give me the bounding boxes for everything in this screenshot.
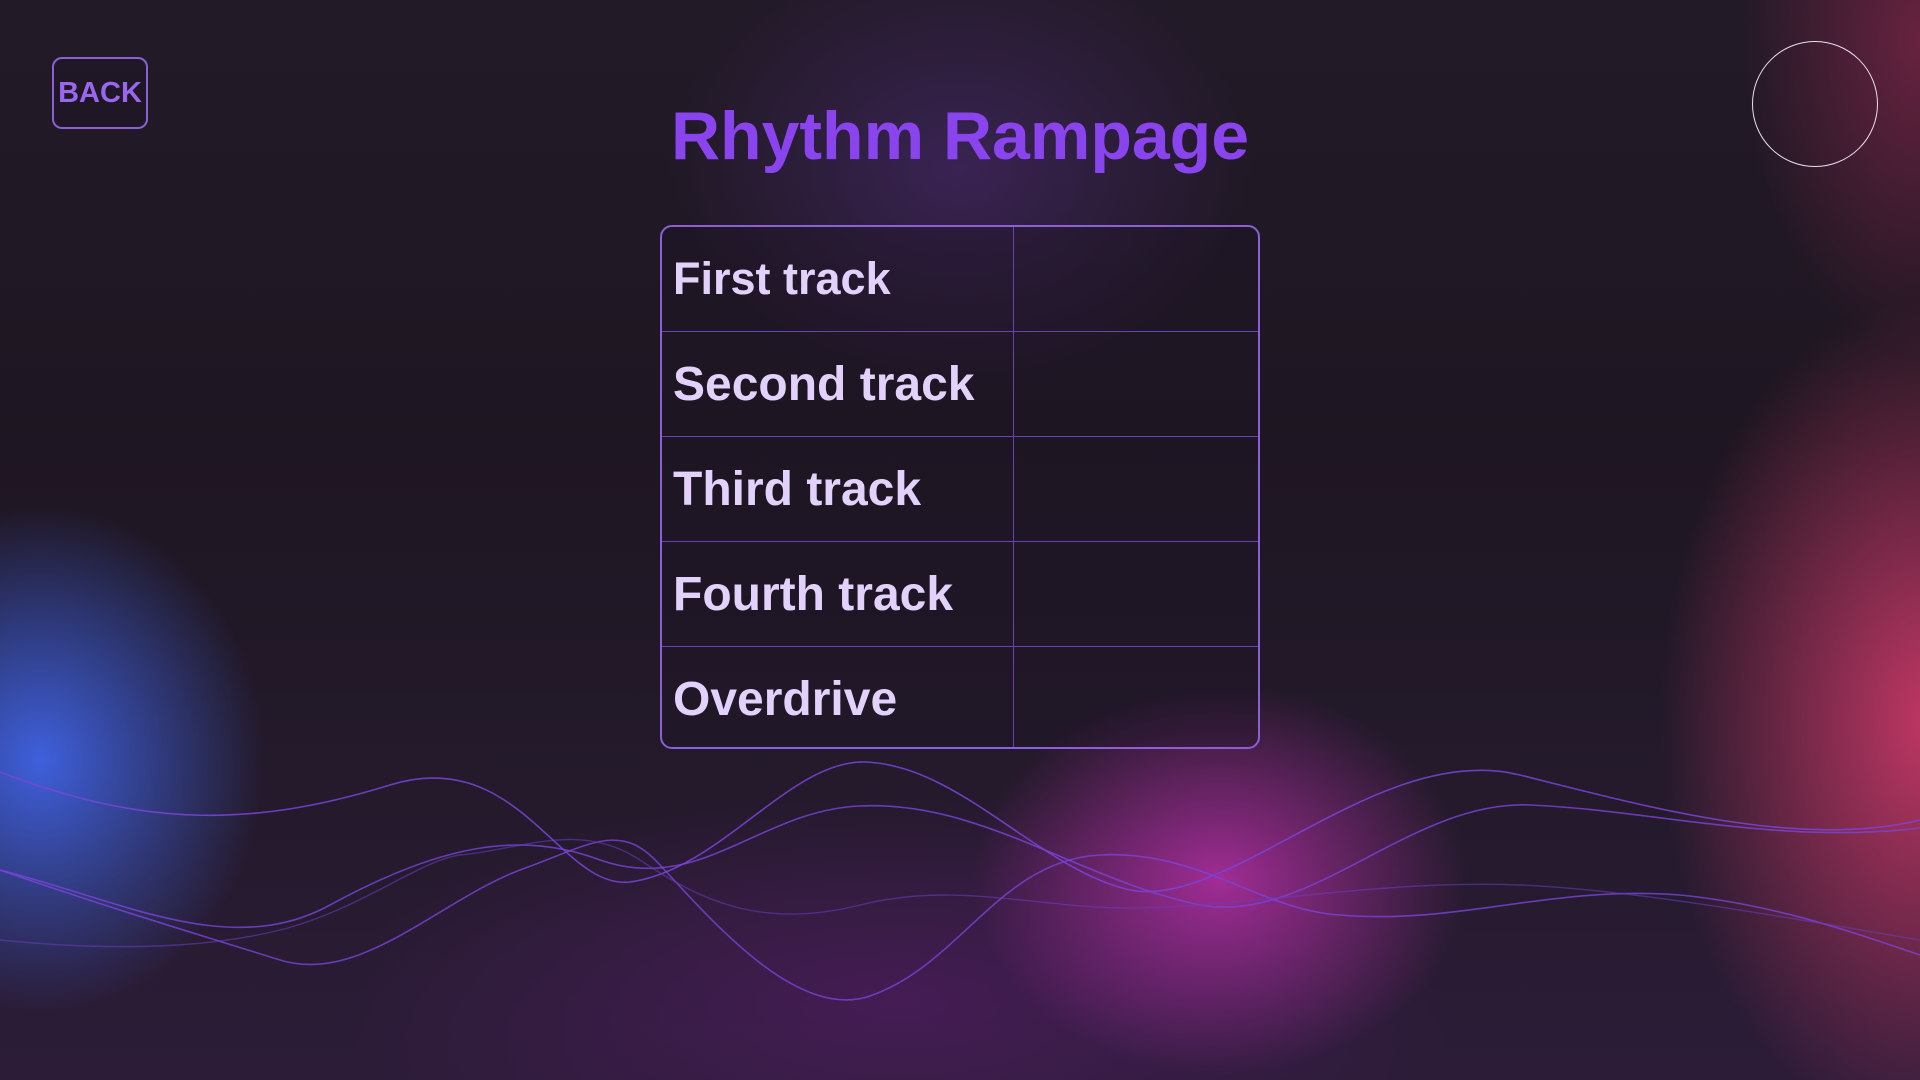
track-row-overdrive[interactable]: Overdrive bbox=[662, 647, 1258, 747]
profile-circle-button[interactable] bbox=[1752, 41, 1878, 167]
game-title: Rhythm Rampage bbox=[670, 98, 1250, 174]
wave-line-3 bbox=[0, 839, 1920, 1001]
track-label: Overdrive bbox=[662, 647, 1014, 747]
track-score-cell bbox=[1014, 332, 1258, 436]
game-screen: BACK Rhythm Rampage First track Second t… bbox=[0, 0, 1920, 1080]
track-score-cell bbox=[1014, 227, 1258, 331]
track-row-second[interactable]: Second track bbox=[662, 332, 1258, 437]
back-button[interactable]: BACK bbox=[52, 57, 148, 129]
track-row-first[interactable]: First track bbox=[662, 227, 1258, 332]
track-score-cell bbox=[1014, 437, 1258, 541]
track-label: Third track bbox=[662, 437, 1014, 541]
track-table: First track Second track Third track Fou… bbox=[660, 225, 1260, 749]
wave-line-2 bbox=[0, 804, 1920, 929]
wave-line-1 bbox=[0, 761, 1920, 893]
track-label: Second track bbox=[662, 332, 1014, 436]
track-label: First track bbox=[662, 227, 1014, 331]
track-score-cell bbox=[1014, 647, 1258, 747]
track-row-third[interactable]: Third track bbox=[662, 437, 1258, 542]
track-score-cell bbox=[1014, 542, 1258, 646]
track-row-fourth[interactable]: Fourth track bbox=[662, 542, 1258, 647]
track-label: Fourth track bbox=[662, 542, 1014, 646]
